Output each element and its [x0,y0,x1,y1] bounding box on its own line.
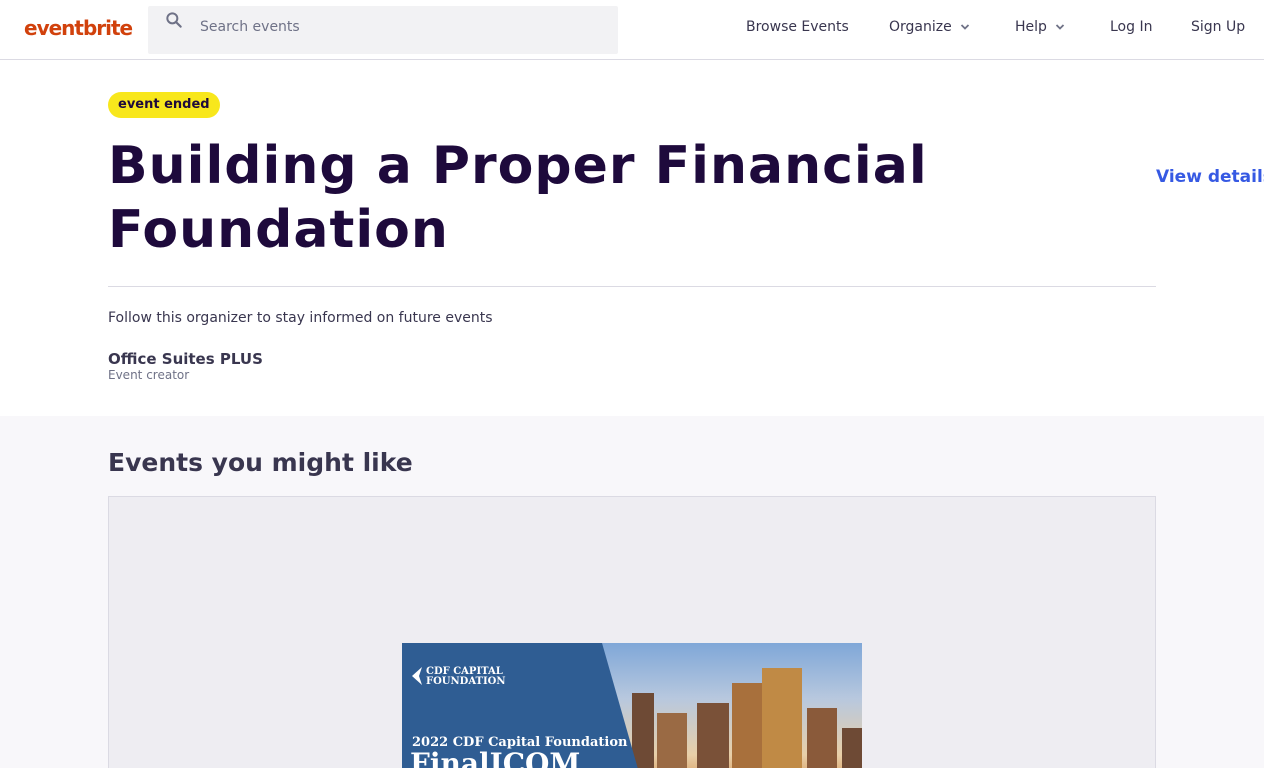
nav-help-dropdown[interactable]: Help [1015,19,1065,35]
organizer-name-link[interactable]: Office Suites PLUS [108,350,263,368]
search-bar[interactable] [148,6,618,54]
image-brand-line2: FOUNDATION [426,676,506,687]
image-brand-text: CDF CAPITAL FOUNDATION [426,667,506,687]
event-card-image[interactable]: CDF CAPITAL FOUNDATION 2022 CDF Capital … [402,643,862,768]
skyline-building [697,703,729,768]
skyline-building [842,728,862,768]
login-label: Log In [1110,19,1153,35]
event-card[interactable]: CDF CAPITAL FOUNDATION 2022 CDF Capital … [108,496,1156,768]
view-details-link[interactable]: View details [1156,167,1264,187]
signup-link[interactable]: Sign Up [1191,19,1245,35]
image-title-line2: FinalICOM [410,747,581,768]
nav-organize-dropdown[interactable]: Organize [889,19,970,35]
nav-organize-label: Organize [889,19,952,35]
skyline-building [632,693,654,768]
cdf-logo-icon [412,667,422,685]
login-link[interactable]: Log In [1110,19,1152,35]
eventbrite-logo[interactable]: eventbrite [24,16,133,40]
skyline-building [762,668,802,768]
event-title: Building a Proper Financial Foundation [108,136,928,260]
chevron-down-icon [960,24,969,30]
organizer-role: Event creator [108,368,190,382]
section-divider [108,286,1156,287]
recommendations-section: Events you might like CDF CAPITAL FOUNDA… [0,416,1264,768]
skyline-building [807,708,837,768]
signup-label: Sign Up [1191,19,1246,35]
skyline-building [657,713,687,768]
top-nav: eventbrite Browse Events Organize Help L… [0,0,1264,60]
event-status-badge: event ended [108,92,220,118]
nav-help-label: Help [1015,19,1047,35]
nav-browse-events-label: Browse Events [746,19,849,35]
nav-browse-events[interactable]: Browse Events [746,19,849,35]
search-input[interactable] [200,16,600,38]
recommendations-title: Events you might like [108,448,413,477]
follow-organizer-text: Follow this organizer to stay informed o… [108,310,493,326]
search-icon [166,12,182,28]
chevron-down-icon [1055,24,1065,30]
